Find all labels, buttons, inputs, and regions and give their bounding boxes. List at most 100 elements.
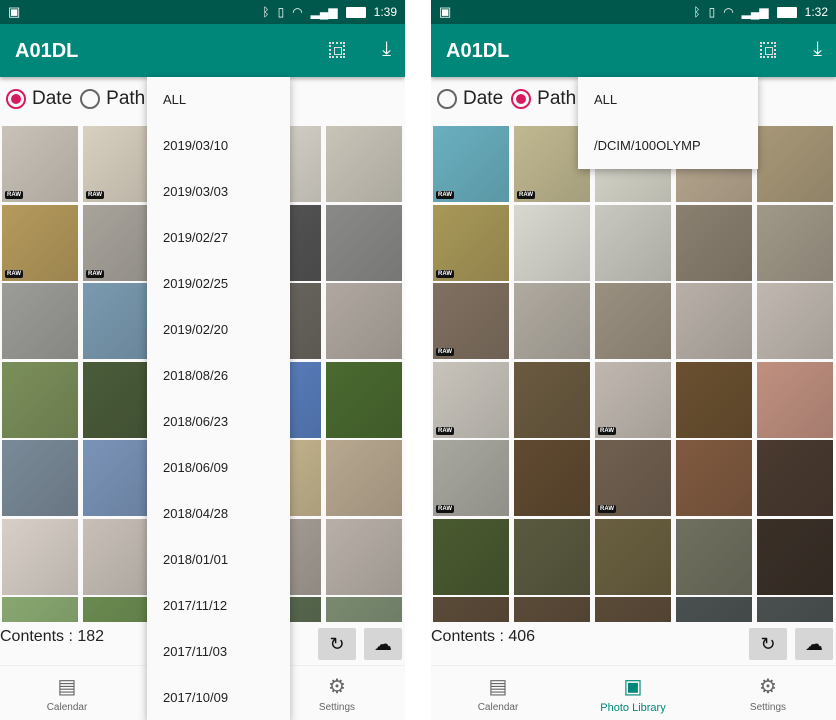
menu-item[interactable]: 2018/06/09: [147, 445, 290, 491]
select-all-icon[interactable]: [760, 42, 776, 58]
raw-badge: RAW: [5, 269, 23, 278]
photo-thumbnail[interactable]: [757, 518, 833, 595]
photo-thumbnail[interactable]: [2, 283, 78, 359]
photo-thumbnail[interactable]: [676, 597, 752, 622]
photo-thumbnail[interactable]: [757, 361, 833, 438]
photo-thumbnail[interactable]: [326, 361, 402, 438]
photo-thumbnail[interactable]: [2, 440, 78, 516]
photo-thumbnail[interactable]: [2, 361, 78, 438]
bluetooth-icon: ᛒ: [693, 5, 701, 19]
photo-thumbnail[interactable]: [514, 361, 590, 438]
nav-label: Settings: [318, 702, 356, 713]
refresh-button[interactable]: ↻: [318, 628, 356, 660]
path-radio[interactable]: [511, 89, 532, 109]
photo-thumbnail[interactable]: [326, 126, 402, 202]
nav-item-photo-library[interactable]: ▣ Photo Library: [573, 674, 693, 714]
photo-thumbnail[interactable]: RAW: [2, 126, 78, 202]
cloud-done-icon: ☁: [374, 633, 392, 654]
raw-badge: RAW: [517, 191, 535, 199]
menu-item[interactable]: 2019/03/03: [147, 169, 290, 215]
photo-thumbnail[interactable]: [757, 126, 833, 202]
status-bar: ▣ ᛒ ▯ ◠ ▂▄▆ 1:39: [0, 0, 405, 24]
date-radio[interactable]: [437, 89, 457, 109]
photo-thumbnail[interactable]: [757, 597, 833, 622]
photo-thumbnail[interactable]: RAW: [2, 204, 78, 281]
photo-thumbnail[interactable]: [326, 518, 402, 595]
nav-item-settings[interactable]: ⚙ Settings: [277, 674, 397, 713]
cloud-sync-button[interactable]: ☁: [795, 628, 833, 660]
raw-badge: RAW: [436, 191, 454, 199]
menu-item[interactable]: 2017/11/03: [147, 629, 290, 675]
menu-item[interactable]: /DCIM/100OLYMP: [578, 123, 758, 169]
photo-thumbnail[interactable]: [326, 283, 402, 359]
nav-item-calendar[interactable]: ▤ Calendar: [7, 674, 127, 713]
photo-thumbnail[interactable]: RAW: [433, 126, 509, 202]
photo-thumbnail[interactable]: [595, 204, 671, 281]
photo-thumbnail[interactable]: [757, 440, 833, 516]
wifi-icon: ◠: [292, 5, 303, 19]
menu-item[interactable]: ALL: [147, 77, 290, 123]
download-icon[interactable]: ⤓: [813, 38, 822, 61]
photo-thumbnail[interactable]: [326, 597, 402, 622]
photo-thumbnail[interactable]: [676, 204, 752, 281]
raw-badge: RAW: [598, 426, 616, 435]
photo-thumbnail[interactable]: [514, 440, 590, 516]
image-notification-icon: ▣: [439, 4, 452, 19]
photo-thumbnail[interactable]: [676, 518, 752, 595]
nav-item-calendar[interactable]: ▤ Calendar: [438, 674, 558, 713]
photo-thumbnail[interactable]: [514, 283, 590, 359]
menu-item[interactable]: 2018/01/01: [147, 537, 290, 583]
photo-thumbnail[interactable]: [757, 283, 833, 359]
vibrate-icon: ▯: [277, 5, 285, 19]
cloud-sync-button[interactable]: ☁: [364, 628, 402, 660]
photo-thumbnail[interactable]: [433, 597, 509, 622]
path-radio-label[interactable]: Path: [537, 88, 576, 110]
menu-item[interactable]: ALL: [578, 77, 758, 123]
menu-item[interactable]: 2018/06/23: [147, 399, 290, 445]
download-icon[interactable]: ⤓: [382, 38, 391, 61]
photo-thumbnail[interactable]: [676, 440, 752, 516]
menu-item[interactable]: 2019/02/20: [147, 307, 290, 353]
photo-thumbnail[interactable]: RAW: [595, 440, 671, 516]
date-radio[interactable]: [6, 89, 26, 109]
path-radio-label[interactable]: Path: [106, 88, 145, 110]
gear-icon: ⚙: [328, 676, 346, 698]
photo-thumbnail[interactable]: RAW: [595, 361, 671, 438]
menu-item[interactable]: 2018/08/26: [147, 353, 290, 399]
menu-item[interactable]: 2018/04/28: [147, 491, 290, 537]
signal-icon: ▂▄▆: [310, 5, 338, 19]
path-radio[interactable]: [80, 89, 101, 109]
photo-thumbnail[interactable]: [676, 361, 752, 438]
menu-item[interactable]: 2017/11/12: [147, 583, 290, 629]
select-all-icon[interactable]: [329, 42, 345, 58]
refresh-button[interactable]: ↻: [749, 628, 787, 660]
photo-thumbnail[interactable]: [514, 204, 590, 281]
photo-thumbnail[interactable]: [595, 283, 671, 359]
menu-item[interactable]: 2019/03/10: [147, 123, 290, 169]
photo-thumbnail[interactable]: [326, 204, 402, 281]
date-radio-label[interactable]: Date: [32, 88, 72, 110]
photo-thumbnail[interactable]: RAW: [433, 361, 509, 438]
photo-thumbnail[interactable]: [2, 597, 78, 622]
nav-item-settings[interactable]: ⚙ Settings: [708, 674, 828, 713]
photo-thumbnail[interactable]: [595, 518, 671, 595]
photo-thumbnail[interactable]: [2, 518, 78, 595]
photo-thumbnail[interactable]: [595, 597, 671, 622]
photo-library-icon: ▣: [623, 676, 643, 698]
photo-thumbnail[interactable]: [326, 440, 402, 516]
photo-thumbnail[interactable]: RAW: [433, 204, 509, 281]
photo-thumbnail[interactable]: [757, 204, 833, 281]
photo-thumbnail[interactable]: [514, 597, 590, 622]
menu-item[interactable]: 2019/02/27: [147, 215, 290, 261]
menu-item[interactable]: 2019/02/25: [147, 261, 290, 307]
photo-grid[interactable]: RAW RAW RAW RAW RAW RAW RAW RAW: [433, 126, 836, 622]
photo-thumbnail[interactable]: RAW: [433, 283, 509, 359]
menu-item[interactable]: 2017/10/09: [147, 675, 290, 720]
app-title: A01DL: [446, 40, 510, 62]
raw-badge: RAW: [86, 191, 104, 199]
photo-thumbnail[interactable]: [433, 518, 509, 595]
date-radio-label[interactable]: Date: [463, 88, 503, 110]
photo-thumbnail[interactable]: RAW: [433, 440, 509, 516]
photo-thumbnail[interactable]: [676, 283, 752, 359]
photo-thumbnail[interactable]: [514, 518, 590, 595]
